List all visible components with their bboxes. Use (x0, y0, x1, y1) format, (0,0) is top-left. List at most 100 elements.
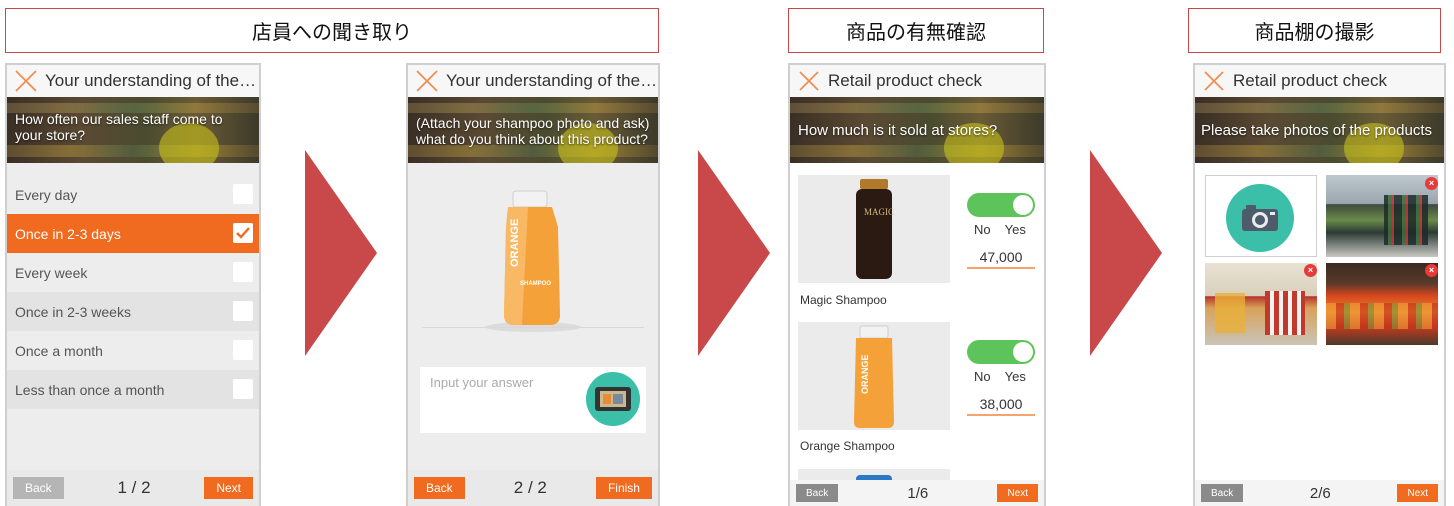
footer-nav: Back 2/6 Next (1195, 480, 1444, 506)
phone-screen-1: Your understanding of the ne... How ofte… (5, 63, 261, 506)
availability-toggle[interactable] (967, 193, 1035, 217)
close-icon[interactable] (1201, 68, 1227, 94)
close-icon[interactable] (13, 68, 39, 94)
caption-shelf-photo: 商品棚の撮影 (1188, 8, 1441, 53)
yes-no-labels: No Yes (974, 369, 1026, 384)
next-button[interactable]: Next (997, 484, 1038, 502)
option-once-in-2-3-weeks[interactable]: Once in 2-3 weeks (7, 292, 259, 331)
option-checkbox[interactable] (233, 379, 253, 399)
price-input[interactable]: 38,000 (967, 396, 1035, 416)
bottle-label-orange: ORANGE (860, 354, 870, 394)
option-label: Once in 2-3 weeks (15, 303, 131, 320)
product-image-magic: MAGIC (798, 175, 950, 283)
footer-nav: Back 1 / 2 Next (7, 470, 259, 506)
question-banner: (Attach your shampoo photo and ask) what… (408, 97, 658, 163)
option-label: Once a month (15, 342, 103, 359)
photo-thumbnail[interactable] (1326, 263, 1438, 345)
option-once-in-2-3-days[interactable]: Once in 2-3 days (7, 214, 259, 253)
availability-toggle[interactable] (967, 340, 1035, 364)
screen-title: Retail product check (828, 71, 983, 90)
yes-label: Yes (1004, 222, 1026, 237)
option-less-than-once-a-month[interactable]: Less than once a month (7, 370, 259, 409)
close-icon[interactable] (796, 68, 822, 94)
option-checkbox[interactable] (233, 340, 253, 360)
title-bar: Retail product check (790, 65, 1044, 97)
question-text: How often our sales staff come to your s… (15, 111, 223, 143)
back-button[interactable]: Back (796, 484, 839, 502)
question-banner: How much is it sold at stores? (790, 97, 1044, 163)
next-button[interactable]: Next (204, 477, 253, 499)
option-label: Every week (15, 264, 88, 281)
back-button[interactable]: Back (13, 477, 64, 499)
yes-no-labels: No Yes (974, 222, 1026, 237)
magic-shampoo-bottle: MAGIC (856, 179, 894, 279)
page-indicator: 1 / 2 (117, 478, 151, 497)
footer-nav: Back 2 / 2 Finish (408, 470, 658, 506)
no-label: No (974, 222, 991, 237)
flow-arrow-2 (698, 150, 770, 356)
shampoo-bottle-image: ORANGE SHAMPOO (485, 190, 581, 332)
option-every-week[interactable]: Every week (7, 253, 259, 292)
flow-arrow-1 (305, 150, 377, 356)
caption-interview: 店員への聞き取り (5, 8, 659, 53)
attach-photo-button[interactable] (586, 372, 640, 426)
camera-button[interactable] (1226, 184, 1294, 252)
option-once-a-month[interactable]: Once a month (7, 331, 259, 370)
back-button[interactable]: Back (414, 477, 465, 499)
option-checkbox[interactable] (233, 262, 253, 282)
product-name: Magic Shampoo (800, 293, 887, 307)
option-every-day[interactable]: Every day (7, 175, 259, 214)
option-label: Less than once a month (15, 381, 165, 398)
question-text: How much is it sold at stores? (798, 122, 998, 139)
caption-availability: 商品の有無確認 (788, 8, 1044, 53)
bottle-label-magic: MAGIC (864, 207, 894, 217)
caption-shelf-photo-text: 商品棚の撮影 (1254, 20, 1375, 44)
phone-screen-2: Your understanding of the ne... (Attach … (406, 63, 660, 506)
option-checkbox-checked[interactable] (233, 223, 253, 243)
caption-availability-text: 商品の有無確認 (846, 20, 986, 44)
no-label: No (974, 369, 991, 384)
take-photo-tile[interactable] (1205, 175, 1317, 257)
title-bar: Your understanding of the ne... (7, 65, 259, 97)
option-checkbox[interactable] (233, 184, 253, 204)
phone-screen-4: Retail product check Please take photos … (1193, 63, 1446, 506)
photo-thumbnail[interactable] (1205, 263, 1317, 345)
flow-arrow-3 (1090, 150, 1162, 356)
product-name: Orange Shampoo (800, 439, 895, 453)
divider (422, 327, 644, 328)
orange-shampoo-bottle: ORANGE (854, 325, 894, 428)
photo-thumbnail[interactable] (1326, 175, 1438, 257)
bottle-label-shampoo: SHAMPOO (520, 281, 551, 287)
screen-title: Retail product check (1233, 71, 1388, 90)
answer-placeholder: Input your answer (430, 375, 534, 390)
option-label: Once in 2-3 days (15, 225, 121, 242)
bottle-label-orange: ORANGE (509, 219, 521, 267)
yes-label: Yes (1004, 369, 1026, 384)
back-button[interactable]: Back (1201, 484, 1244, 502)
product-image-orange: ORANGE (798, 322, 950, 430)
close-icon[interactable] (414, 68, 440, 94)
checkmark-icon (236, 227, 250, 239)
page-indicator: 2/6 (1309, 484, 1331, 502)
delete-photo-icon[interactable]: × (1304, 264, 1317, 277)
phone-screen-3: Retail product check How much is it sold… (788, 63, 1046, 506)
screen-title: Your understanding of the ne... (446, 71, 658, 90)
option-label: Every day (15, 186, 78, 203)
question-text: (Attach your shampoo photo and ask) what… (416, 115, 650, 147)
caption-interview-text: 店員への聞き取り (252, 20, 412, 44)
page-indicator: 1/6 (907, 484, 929, 502)
option-checkbox[interactable] (233, 301, 253, 321)
price-input[interactable]: 47,000 (967, 249, 1035, 269)
question-banner: How often our sales staff come to your s… (7, 97, 259, 163)
camera-icon (1242, 205, 1278, 231)
page-indicator: 2 / 2 (513, 478, 547, 497)
next-button[interactable]: Next (1397, 484, 1438, 502)
photo-thumbnail-icon (595, 387, 631, 411)
delete-photo-icon[interactable]: × (1425, 264, 1438, 277)
question-banner: Please take photos of the products (1195, 97, 1444, 163)
delete-photo-icon[interactable]: × (1425, 177, 1438, 190)
screen-title: Your understanding of the ne... (45, 71, 259, 90)
title-bar: Retail product check (1195, 65, 1444, 97)
finish-button[interactable]: Finish (595, 477, 652, 499)
title-bar: Your understanding of the ne... (408, 65, 658, 97)
